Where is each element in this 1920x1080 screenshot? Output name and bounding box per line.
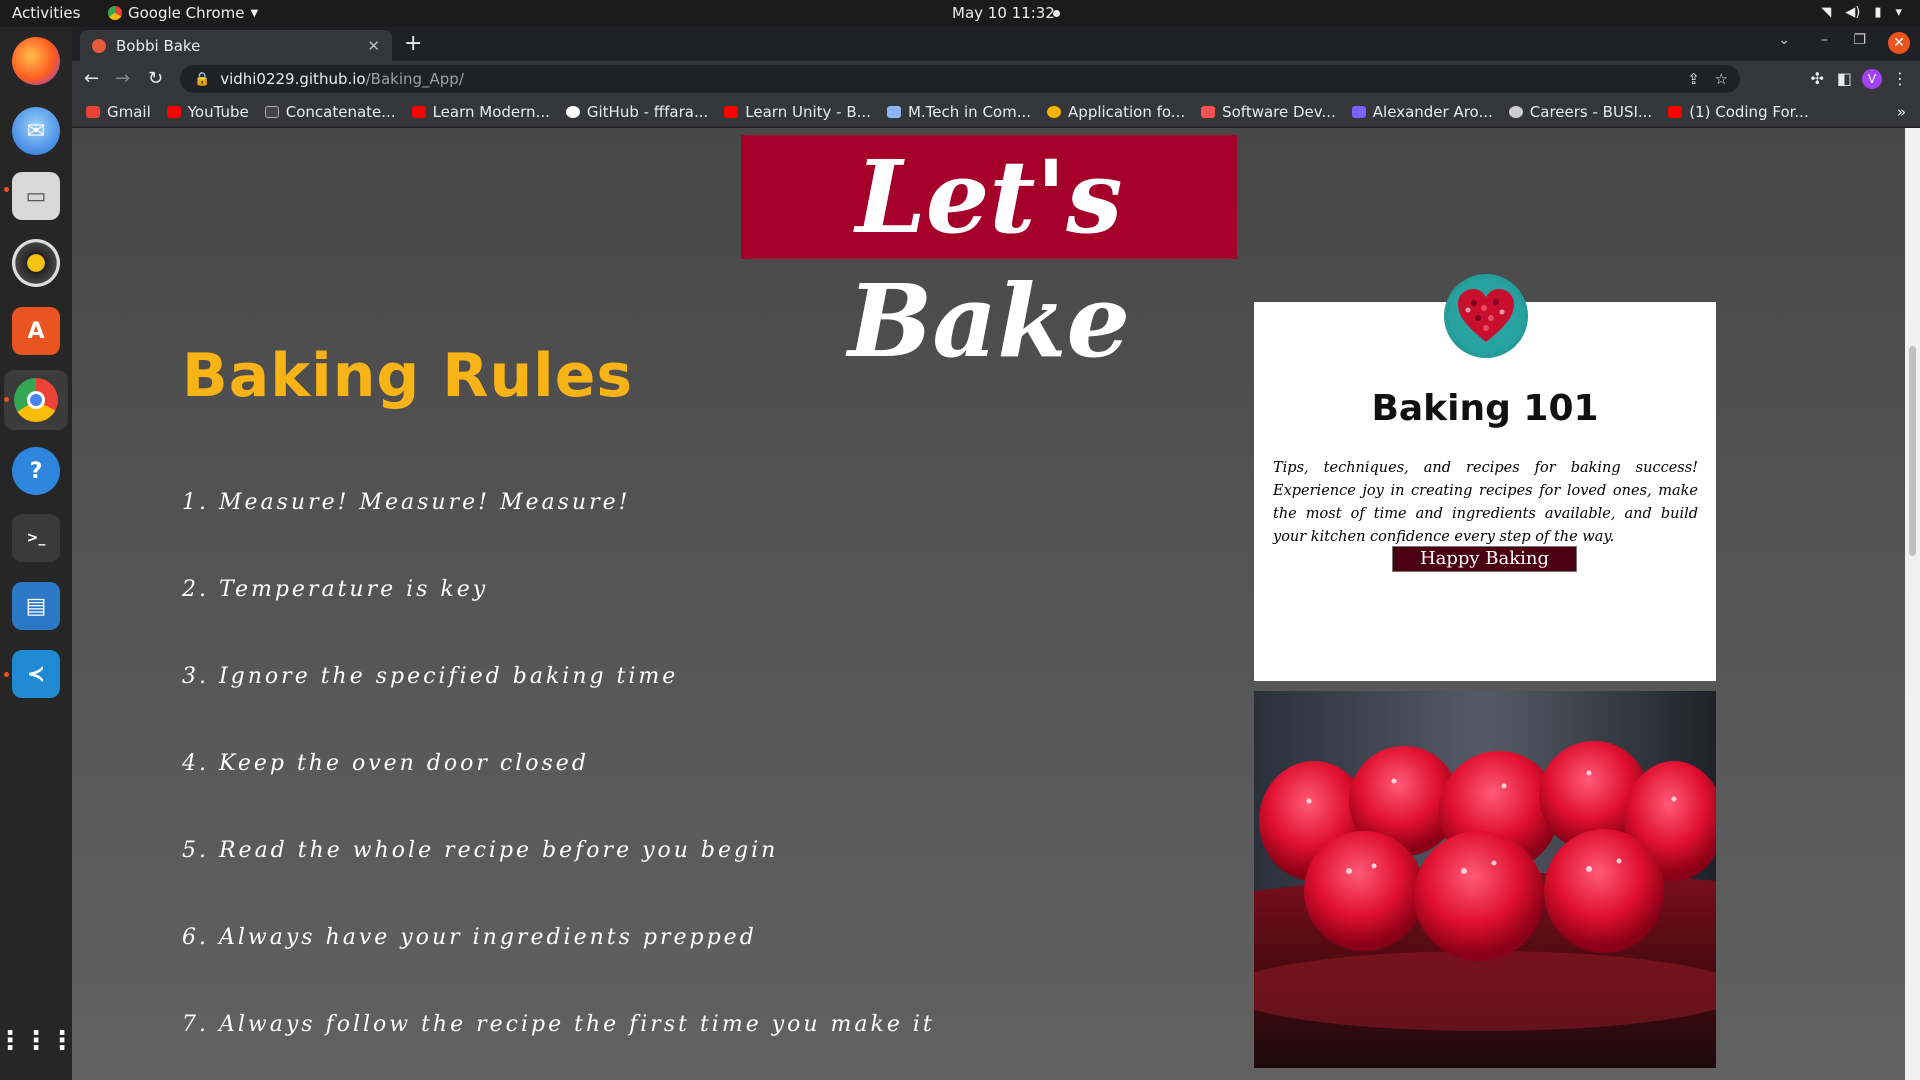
- address-bar[interactable]: 🔒 vidhi0229.github.io/Baking_App/ ⇪ ☆: [180, 65, 1740, 93]
- clock[interactable]: May 10 11:32: [952, 4, 1055, 22]
- activities-button[interactable]: Activities: [12, 4, 80, 22]
- files-icon[interactable]: ▭: [12, 172, 60, 220]
- page-scrollbar[interactable]: [1905, 128, 1920, 1080]
- browser-toolbar: ← → ↻ 🔒 vidhi0229.github.io/Baking_App/ …: [72, 61, 1920, 97]
- rule-item: 3. Ignore the specified baking time: [182, 664, 679, 689]
- volume-icon: ◀): [1845, 5, 1861, 20]
- bookmark-item[interactable]: Alexander Aro...: [1351, 103, 1493, 121]
- battery-icon: ▮: [1874, 5, 1882, 20]
- github-icon: [565, 105, 580, 118]
- libreoffice-writer-icon[interactable]: ▤: [12, 582, 60, 630]
- page-viewport: Let's Bake Baking Rules 1. Measure! Meas…: [72, 128, 1920, 1080]
- card-description: Tips, techniques, and recipes for baking…: [1273, 460, 1698, 545]
- url-path: /Baking_App/: [365, 70, 464, 88]
- vscode-icon[interactable]: ≺: [12, 650, 60, 698]
- extensions-icon[interactable]: ✣: [1811, 69, 1824, 88]
- bookmark-star-icon[interactable]: ☆: [1715, 70, 1728, 88]
- rules-list: 1. Measure! Measure! Measure! 2. Tempera…: [182, 490, 935, 1080]
- share-icon[interactable]: ⇪: [1687, 70, 1700, 88]
- gmail-icon: [86, 105, 100, 118]
- app-menu-label: Google Chrome: [128, 4, 245, 22]
- system-tray[interactable]: ◥ ◀) ▮ ▾: [1821, 5, 1902, 20]
- rule-item: 6. Always have your ingredients prepped: [182, 925, 757, 950]
- chrome-small-icon: [108, 6, 122, 20]
- rhythmbox-icon[interactable]: [12, 239, 60, 287]
- new-tab-button[interactable]: +: [404, 31, 422, 56]
- bookmark-item[interactable]: Learn Unity - B...: [724, 103, 871, 121]
- notification-dot: [1053, 10, 1060, 17]
- chrome-icon[interactable]: [4, 370, 68, 430]
- bookmark-item[interactable]: YouTube: [166, 103, 249, 121]
- chevron-down-icon: ▼: [250, 7, 259, 19]
- site-icon: [1201, 105, 1216, 118]
- bookmark-item[interactable]: Gmail: [86, 103, 151, 121]
- site-icon: [1508, 105, 1523, 118]
- restore-button[interactable]: ❐: [1853, 32, 1866, 48]
- running-indicator: [4, 397, 9, 402]
- raspberry-cake-picture: [1254, 691, 1716, 1068]
- rule-item: 2. Temperature is key: [182, 577, 489, 602]
- wifi-icon: ◥: [1821, 5, 1832, 20]
- minimize-button[interactable]: –: [1821, 32, 1828, 48]
- lock-icon[interactable]: 🔒: [194, 72, 210, 87]
- rules-heading: Baking Rules: [182, 341, 634, 411]
- favicon-icon: [92, 38, 106, 53]
- rule-item: 7. Always follow the recipe the first ti…: [182, 1012, 935, 1037]
- running-indicator: [4, 672, 9, 677]
- tab-search-icon[interactable]: ⌄: [1778, 32, 1790, 48]
- side-panel-icon[interactable]: ◧: [1837, 69, 1852, 88]
- show-applications-icon[interactable]: ⋮⋮⋮: [0, 1017, 75, 1065]
- tab-close-icon[interactable]: ✕: [367, 37, 380, 55]
- url-host: vidhi0229.github.io: [220, 70, 366, 88]
- tab-title: Bobbi Bake: [116, 36, 201, 55]
- forward-icon[interactable]: →: [115, 68, 130, 89]
- scrollbar-thumb[interactable]: [1909, 346, 1916, 556]
- bookmark-item[interactable]: (1) Coding For...: [1668, 103, 1809, 121]
- card-title: Baking 101: [1371, 388, 1599, 429]
- bookmark-item[interactable]: GitHub - fffara...: [565, 103, 708, 121]
- happy-baking-button[interactable]: Happy Baking: [1392, 546, 1577, 572]
- running-indicator: [4, 187, 9, 192]
- raspberry-cake-image: [1254, 691, 1716, 1068]
- bookmark-item[interactable]: Concatenate...: [264, 103, 396, 121]
- system-top-bar: Activities Google Chrome ▼ May 10 11:32 …: [0, 0, 1920, 27]
- youtube-icon: [411, 105, 426, 118]
- heart-cake-avatar: [1444, 274, 1528, 358]
- thunderbird-icon[interactable]: ✉: [12, 107, 60, 155]
- power-menu-icon: ▾: [1895, 5, 1902, 20]
- youtube-icon: [166, 105, 181, 118]
- terminal-icon[interactable]: >_: [12, 514, 60, 562]
- menu-icon[interactable]: ⋮: [1892, 69, 1908, 88]
- back-icon[interactable]: ←: [84, 68, 99, 89]
- dock: ✉ ▭ A ? >_ ▤ ≺ ⋮⋮⋮: [0, 27, 75, 1080]
- more-bookmarks-icon[interactable]: »: [1897, 103, 1906, 121]
- bookmark-item[interactable]: Software Dev...: [1201, 103, 1336, 121]
- tab-bobbi-bake[interactable]: Bobbi Bake ✕: [80, 30, 392, 61]
- firefox-icon[interactable]: [12, 37, 60, 85]
- youtube-icon: [1668, 105, 1683, 118]
- help-icon[interactable]: ?: [12, 447, 60, 495]
- bookmark-item[interactable]: Application fo...: [1047, 103, 1185, 121]
- youtube-icon: [724, 105, 739, 118]
- heart-icon: [1458, 289, 1514, 342]
- bookmark-item[interactable]: Learn Modern...: [411, 103, 550, 121]
- bookmark-item[interactable]: Careers - BUSI...: [1508, 103, 1652, 121]
- site-icon: [1351, 105, 1366, 118]
- site-icon: [264, 105, 279, 118]
- app-center-icon[interactable]: A: [12, 307, 60, 355]
- window-close-button[interactable]: ✕: [1888, 32, 1910, 54]
- profile-avatar[interactable]: V: [1862, 69, 1882, 89]
- reload-icon[interactable]: ↻: [148, 68, 163, 89]
- university-icon: [886, 105, 901, 118]
- bookmarks-bar: Gmail YouTube Concatenate... Learn Moder…: [72, 97, 1920, 127]
- tab-strip: Bobbi Bake ✕ + ⌄ – ❐ ✕: [72, 27, 1920, 61]
- page-banner: Let's Bake: [741, 135, 1237, 380]
- rule-item: 4. Keep the oven door closed: [182, 751, 589, 776]
- rule-item: 5. Read the whole recipe before you begi…: [182, 838, 779, 863]
- bookmark-item[interactable]: M.Tech in Com...: [886, 103, 1031, 121]
- rule-item: 1. Measure! Measure! Measure!: [182, 490, 631, 515]
- app-menu[interactable]: Google Chrome ▼: [108, 4, 258, 22]
- site-icon: [1047, 105, 1062, 118]
